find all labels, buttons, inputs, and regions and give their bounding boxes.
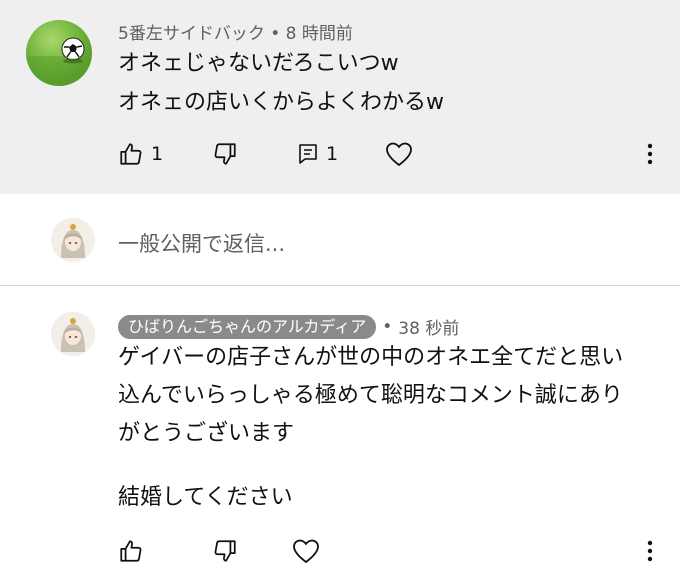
heart-button[interactable] [292,538,320,564]
anime-character-avatar-icon [51,218,95,262]
like-button[interactable] [118,141,144,167]
author-chip[interactable]: ひばりんごちゃんのアルカディア [118,314,377,339]
heart-icon [293,539,319,563]
avatar[interactable] [51,312,95,356]
thumbs-up-icon [120,540,142,562]
comment-meta: 5番左サイドバック • 8 時間前 [118,19,353,44]
more-options-button[interactable] [640,141,660,167]
divider [0,285,680,286]
more-vert-icon [647,143,653,165]
reply-button[interactable] [296,142,320,166]
soccer-ball-icon [26,37,92,86]
more-vert-icon [647,540,653,562]
thumbs-down-icon [214,143,236,165]
comment-meta: ひばりんごちゃんのアルカディア • 38 秒前 [118,314,459,339]
anime-character-avatar-icon [51,312,95,356]
like-count: 1 [151,143,164,165]
reply-count: 1 [326,143,339,165]
meta-separator: • [382,316,393,337]
dislike-button[interactable] [212,141,238,167]
comment-text-line: 結婚してください [118,485,293,510]
comment-text-line: オネェの店いくからよくわかるw [118,90,444,115]
comment-time[interactable]: 38 秒前 [398,314,459,339]
more-options-button[interactable] [640,538,660,564]
thumbs-up-icon [120,143,142,165]
author-name[interactable]: 5番左サイドバック [118,24,265,44]
like-button[interactable] [118,538,144,564]
user-avatar [51,218,95,262]
avatar[interactable] [26,20,92,86]
thumbs-down-icon [214,540,236,562]
heart-button[interactable] [385,141,413,167]
meta-separator: • [270,24,281,44]
reply-comment-icon [299,144,317,164]
reply-input[interactable]: 一般公開で返信... [118,228,285,258]
comment-text-line: がとうございます [118,421,295,446]
dislike-button[interactable] [212,538,238,564]
comment-text-line: オネェじゃないだろこいつw [118,51,399,76]
comment-time[interactable]: 8 時間前 [286,24,353,44]
comment-text-line: 込んでいらっしゃる極めて聡明なコメント誠にあり [118,383,623,408]
heart-icon [386,142,412,166]
comment-text-line: ゲイバーの店子さんが世の中のオネエ全てだと思い [118,345,624,370]
